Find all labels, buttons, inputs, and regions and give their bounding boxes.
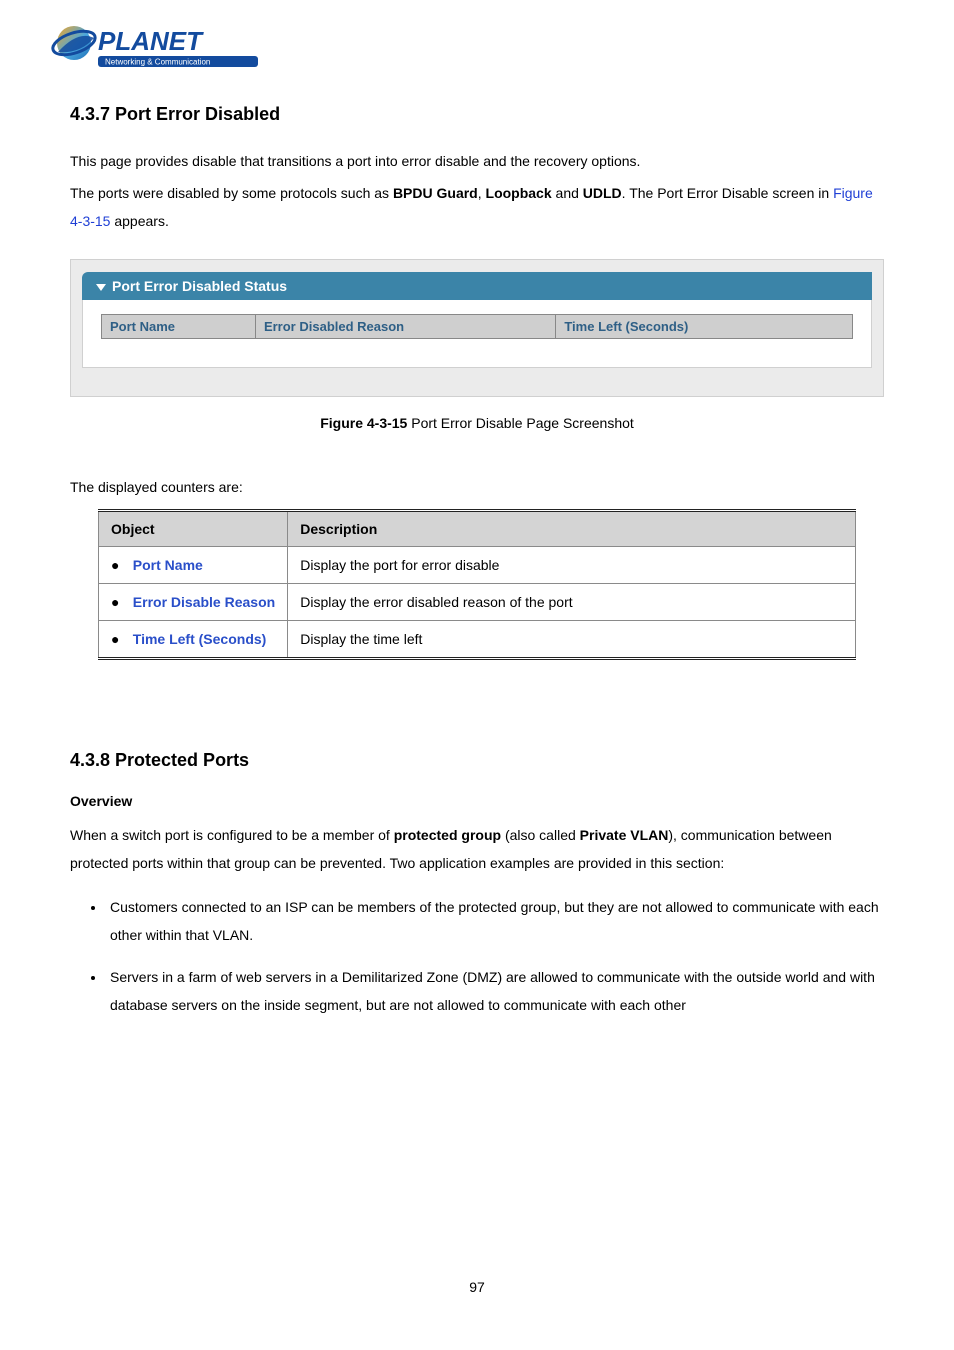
protected-ports-paragraph: When a switch port is configured to be a…: [70, 821, 884, 877]
page-number: 97: [70, 1279, 884, 1295]
figure-caption: Figure 4-3-15 Port Error Disable Page Sc…: [70, 415, 884, 431]
table-row: ● Error Disable Reason Display the error…: [99, 584, 856, 621]
svg-text:PLANET: PLANET: [98, 26, 204, 56]
table-header-row: Port Name Error Disabled Reason Time Lef…: [102, 315, 853, 339]
obj-table-head: Object Description: [99, 511, 856, 547]
examples-list: Customers connected to an ISP can be mem…: [70, 893, 884, 1019]
table-row: ● Port Name Display the port for error d…: [99, 547, 856, 584]
intro-line-1: This page provides disable that transiti…: [70, 147, 884, 175]
list-item: Servers in a farm of web servers in a De…: [106, 963, 884, 1019]
bullet-icon: ●: [111, 631, 125, 647]
section-heading-437: 4.3.7 Port Error Disabled: [70, 104, 884, 125]
svg-text:Networking & Communication: Networking & Communication: [105, 58, 210, 67]
chevron-down-icon: [96, 284, 106, 291]
section-heading-438: 4.3.8 Protected Ports: [70, 750, 884, 771]
table-row: ● Time Left (Seconds) Display the time l…: [99, 621, 856, 659]
object-description-table: Object Description ● Port Name Display t…: [98, 509, 856, 660]
planet-logo-icon: PLANET Networking & Communication: [50, 20, 270, 76]
bullet-icon: ●: [111, 594, 125, 610]
brand-logo: PLANET Networking & Communication: [50, 20, 884, 76]
intro-line-2: The ports were disabled by some protocol…: [70, 179, 884, 235]
overview-label: Overview: [70, 793, 884, 809]
col-error-reason: Error Disabled Reason: [255, 315, 555, 339]
col-time-left: Time Left (Seconds): [556, 315, 853, 339]
panel-body: Port Name Error Disabled Reason Time Lef…: [82, 300, 872, 368]
panel-header[interactable]: Port Error Disabled Status: [82, 272, 872, 300]
ui-screenshot-panel: Port Error Disabled Status Port Name Err…: [70, 259, 884, 397]
list-item: Customers connected to an ISP can be mem…: [106, 893, 884, 949]
bullet-icon: ●: [111, 557, 125, 573]
counters-intro: The displayed counters are:: [70, 479, 884, 495]
col-port-name: Port Name: [102, 315, 256, 339]
status-table: Port Name Error Disabled Reason Time Lef…: [101, 314, 853, 339]
